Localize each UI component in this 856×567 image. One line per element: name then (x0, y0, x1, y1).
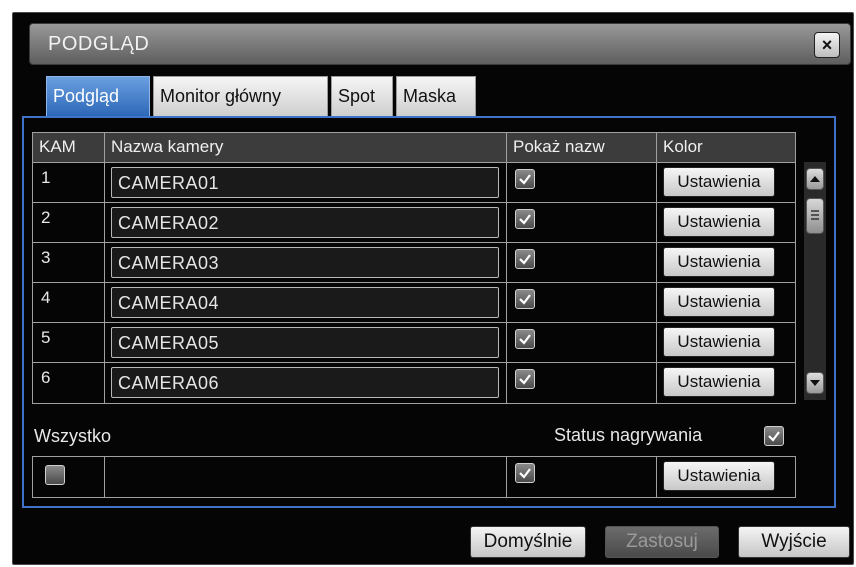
all-row: Ustawienia (33, 457, 795, 497)
color-settings-button[interactable]: Ustawienia (663, 207, 775, 237)
camera-number: 3 (33, 243, 105, 282)
checkmark-icon (519, 334, 531, 345)
checkmark-icon (519, 294, 531, 305)
show-name-checkbox[interactable] (515, 289, 535, 309)
camera-number: 6 (33, 363, 105, 403)
camera-number: 4 (33, 283, 105, 322)
checkmark-icon (519, 374, 531, 385)
recording-status-checkbox[interactable] (764, 426, 784, 446)
camera-name-input[interactable]: CAMERA03 (111, 247, 499, 278)
show-name-checkbox[interactable] (515, 209, 535, 229)
exit-button[interactable]: Wyjście (738, 526, 850, 558)
table-header: KAM Nazwa kamery Pokaż nazw Kolor (33, 133, 795, 163)
camera-number: 5 (33, 323, 105, 362)
scrollbar[interactable] (804, 162, 826, 400)
camera-number: 2 (33, 203, 105, 242)
default-button[interactable]: Domyślnie (470, 526, 586, 558)
all-label: Wszystko (34, 426, 112, 446)
tab-podglad[interactable]: Podgląd (46, 76, 150, 116)
tab-maska[interactable]: Maska (396, 76, 476, 116)
all-row-table: Ustawienia (32, 456, 796, 498)
title-bar: PODGLĄD × (29, 23, 851, 65)
camera-name-input[interactable]: CAMERA02 (111, 207, 499, 238)
header-show-name: Pokaż nazw (507, 133, 657, 162)
scroll-up-icon[interactable] (806, 168, 824, 190)
header-name: Nazwa kamery (105, 133, 507, 162)
camera-number: 1 (33, 163, 105, 202)
scroll-thumb[interactable] (806, 198, 824, 234)
all-color-settings-button[interactable]: Ustawienia (663, 461, 775, 491)
color-settings-button[interactable]: Ustawienia (663, 287, 775, 317)
checkmark-icon (519, 174, 531, 185)
table-row: 6 CAMERA06 Ustawienia (33, 363, 795, 403)
header-color: Kolor (663, 137, 703, 156)
scroll-down-icon[interactable] (806, 372, 824, 394)
select-all-checkbox[interactable] (45, 465, 65, 485)
close-icon[interactable]: × (814, 32, 840, 58)
show-name-checkbox[interactable] (515, 369, 535, 389)
color-settings-button[interactable]: Ustawienia (663, 247, 775, 277)
apply-button[interactable]: Zastosuj (605, 526, 719, 558)
table-row: 5 CAMERA05 Ustawienia (33, 323, 795, 363)
color-settings-button[interactable]: Ustawienia (663, 167, 775, 197)
tab-spot[interactable]: Spot (331, 76, 393, 116)
camera-name-input[interactable]: CAMERA06 (111, 367, 499, 398)
table-row: 4 CAMERA04 Ustawienia (33, 283, 795, 323)
table-row: 1 CAMERA01 Ustawienia (33, 163, 795, 203)
header-kam: KAM (33, 133, 105, 162)
table-row: 2 CAMERA02 Ustawienia (33, 203, 795, 243)
tab-monitor-glowny[interactable]: Monitor główny (153, 76, 328, 116)
settings-panel: KAM Nazwa kamery Pokaż nazw Kolor 1 CAME… (22, 116, 836, 508)
show-name-checkbox[interactable] (515, 329, 535, 349)
checkmark-icon (519, 468, 531, 479)
table-row: 3 CAMERA03 Ustawienia (33, 243, 795, 283)
all-show-name-checkbox[interactable] (515, 463, 535, 483)
show-name-checkbox[interactable] (515, 169, 535, 189)
checkmark-icon (768, 431, 780, 442)
checkmark-icon (519, 254, 531, 265)
color-settings-button[interactable]: Ustawienia (663, 367, 775, 397)
color-settings-button[interactable]: Ustawienia (663, 327, 775, 357)
recording-status-label: Status nagrywania (554, 425, 703, 445)
all-row-name-cell (105, 457, 507, 497)
camera-name-input[interactable]: CAMERA05 (111, 327, 499, 358)
camera-table: KAM Nazwa kamery Pokaż nazw Kolor 1 CAME… (32, 132, 796, 404)
show-name-checkbox[interactable] (515, 249, 535, 269)
camera-name-input[interactable]: CAMERA01 (111, 167, 499, 198)
camera-name-input[interactable]: CAMERA04 (111, 287, 499, 318)
checkmark-icon (519, 214, 531, 225)
window-title: PODGLĄD (48, 33, 150, 55)
